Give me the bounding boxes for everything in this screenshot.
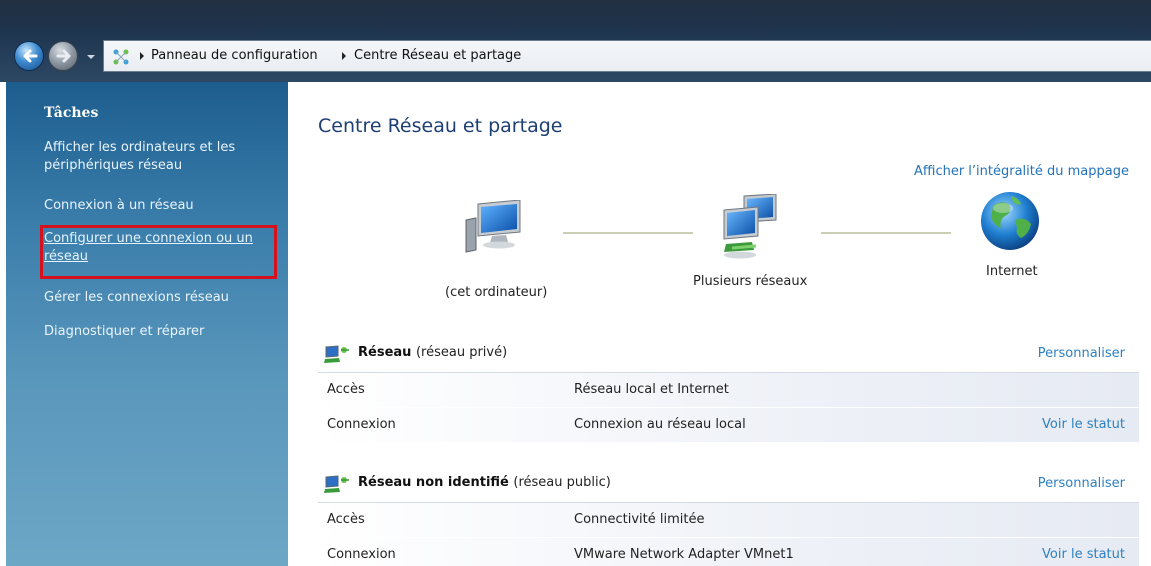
table-row: Connexion Connexion au réseau local Voir… [318, 408, 1139, 443]
this-computer-label: (cet ordinateur) [445, 285, 548, 300]
forward-button[interactable] [48, 41, 78, 71]
row-value: Connexion au réseau local [574, 417, 746, 432]
row-value: Connectivité limitée [574, 512, 705, 527]
task-manage-connections[interactable]: Gérer les connexions réseau [44, 289, 280, 307]
network-details-table: Accès Réseau local et Internet Connexion… [318, 372, 1139, 443]
row-value: Réseau local et Internet [574, 382, 729, 397]
back-arrow-icon [23, 49, 38, 63]
network-center-icon [113, 49, 129, 65]
customize-link[interactable]: Personnaliser [1038, 346, 1125, 361]
globe-icon[interactable] [979, 190, 1041, 252]
multiple-networks-icon[interactable] [718, 194, 780, 260]
task-pane: Tâches Afficher les ordinateurs et les p… [6, 82, 288, 566]
network-name-text: Réseau [358, 345, 412, 360]
map-connector-line [563, 232, 693, 234]
network-icon [324, 345, 349, 363]
network-type: (réseau privé) [415, 345, 508, 360]
task-view-computers-devices[interactable]: Afficher les ordinateurs et les périphér… [44, 139, 280, 175]
customize-link[interactable]: Personnaliser [1038, 476, 1125, 491]
view-full-map-link[interactable]: Afficher l’intégralité du mappage [914, 164, 1129, 179]
forward-arrow-icon [56, 49, 71, 63]
network-name: Réseau non identifié (réseau public) [358, 475, 611, 490]
back-button[interactable] [14, 41, 44, 71]
network-icon [324, 475, 349, 493]
network-section-header: Réseau non identifié (réseau public) Per… [318, 470, 1139, 498]
network-name: Réseau (réseau privé) [358, 345, 507, 360]
table-row: Connexion VMware Network Adapter VMnet1 … [318, 538, 1139, 566]
address-bar[interactable]: Panneau de configuration Centre Réseau e… [103, 40, 1151, 72]
network-name-text: Réseau non identifié [358, 475, 509, 490]
computer-icon[interactable] [462, 200, 524, 254]
title-bar-gloss [0, 0, 1151, 30]
row-label: Accès [327, 382, 365, 397]
breadcrumb-separator-icon[interactable] [340, 51, 348, 61]
title-bar: Panneau de configuration Centre Réseau e… [0, 0, 1151, 82]
view-status-link[interactable]: Voir le statut [1042, 417, 1125, 432]
table-row: Accès Réseau local et Internet [318, 373, 1139, 408]
main-pane: Centre Réseau et partage Afficher l’inté… [288, 82, 1151, 566]
row-value: VMware Network Adapter VMnet1 [574, 547, 794, 562]
task-set-up-connection[interactable]: Configurer une connexion ou un réseau [44, 230, 280, 266]
page-title: Centre Réseau et partage [318, 115, 563, 137]
network-type: (réseau public) [513, 475, 611, 490]
breadcrumb-separator-icon[interactable] [138, 51, 146, 61]
map-connector-line [821, 232, 951, 234]
view-status-link[interactable]: Voir le statut [1042, 547, 1125, 562]
task-pane-title: Tâches [44, 105, 99, 121]
row-label: Connexion [327, 417, 396, 432]
row-label: Accès [327, 512, 365, 527]
internet-label: Internet [986, 264, 1038, 279]
network-details-table: Accès Connectivité limitée Connexion VMw… [318, 502, 1139, 566]
network-section-header: Réseau (réseau privé) Personnaliser [318, 340, 1139, 368]
task-connect-to-network[interactable]: Connexion à un réseau [44, 197, 280, 215]
row-label: Connexion [327, 547, 396, 562]
breadcrumb-network-center[interactable]: Centre Réseau et partage [354, 48, 521, 63]
multiple-networks-label: Plusieurs réseaux [693, 274, 808, 289]
table-row: Accès Connectivité limitée [318, 503, 1139, 538]
task-diagnose-repair[interactable]: Diagnostiquer et réparer [44, 323, 280, 341]
breadcrumb-control-panel[interactable]: Panneau de configuration [151, 48, 318, 63]
history-dropdown-icon[interactable] [86, 52, 96, 62]
